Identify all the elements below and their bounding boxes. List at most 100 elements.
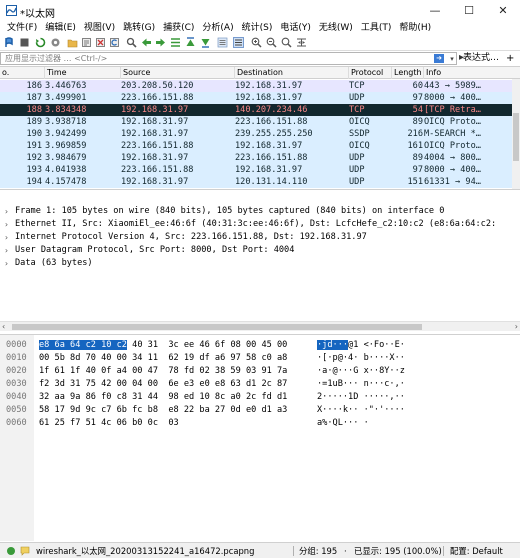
byte-offset: 0000	[6, 340, 27, 350]
scrollbar-thumb[interactable]	[12, 324, 422, 330]
scroll-left-icon[interactable]: ‹	[2, 322, 5, 332]
packet-cell-no: 191	[26, 141, 42, 151]
expand-arrow-icon[interactable]: ›	[4, 231, 12, 244]
packet-cell-time: 3.969859	[45, 141, 87, 151]
go-back-icon[interactable]	[141, 37, 152, 48]
hex-bytes[interactable]: 32 aa 9a 86 f0 c8 31 44 98 ed 10 8c a0 2…	[39, 391, 287, 403]
close-button[interactable]: ✕	[486, 2, 520, 20]
packet-list[interactable]: o. Time Source Destination Protocol Leng…	[0, 66, 520, 190]
auto-scroll-icon[interactable]	[217, 37, 228, 48]
hex-bytes[interactable]: 58 17 9d 9c c7 6b fc b8 e8 22 ba 27 0d e…	[39, 404, 287, 416]
minimize-button[interactable]: —	[418, 2, 452, 20]
detail-tree-item[interactable]: › Internet Protocol Version 4, Src: 223.1…	[0, 231, 520, 244]
zoom-in-icon[interactable]	[251, 37, 262, 48]
status-profile[interactable]: 配置: Default	[450, 543, 503, 558]
packet-row[interactable]: 192 3.984679 192.168.31.97 223.166.151.88 UD…	[0, 152, 512, 164]
packet-row[interactable]: 187 3.499901 223.166.151.88 192.168.31.97 UD…	[0, 92, 512, 104]
save-file-icon[interactable]	[81, 37, 92, 48]
col-header-info[interactable]: Info	[424, 67, 512, 79]
go-last-packet-icon[interactable]	[200, 37, 211, 48]
scroll-right-icon[interactable]: ›	[515, 322, 518, 332]
packet-row[interactable]: 186 3.446763 203.208.50.120 192.168.31.97 TC…	[0, 80, 512, 92]
col-header-protocol[interactable]: Protocol	[349, 67, 392, 79]
packet-cell-proto: UDP	[349, 153, 365, 163]
resize-columns-icon[interactable]	[296, 37, 307, 48]
hex-bytes[interactable]: 61 25 f7 51 4c 06 b0 0c 03	[39, 417, 179, 429]
hex-bytes[interactable]: 00 5b 8d 70 40 00 34 11 62 19 df a6 97 5…	[39, 352, 287, 364]
capture-comment-icon[interactable]	[20, 546, 30, 556]
packet-row[interactable]: 189 3.938718 192.168.31.97 223.166.151.88 OI…	[0, 116, 512, 128]
menu-item-2[interactable]: 视图(V)	[81, 21, 118, 35]
detail-tree-item[interactable]: › Frame 1: 105 bytes on wire (840 bits), …	[0, 205, 520, 218]
expand-arrow-icon[interactable]: ›	[4, 218, 12, 231]
scrollbar-thumb[interactable]	[513, 113, 519, 161]
normal-size-icon[interactable]	[281, 37, 292, 48]
ascii-bytes[interactable]: ·a·@···G x··8Y··z	[317, 365, 405, 377]
hex-bytes-text: 32 aa 9a 86 f0 c8 31 44 98 ed 10 8c a0 2…	[39, 392, 288, 402]
packet-details-pane[interactable]: › Frame 1: 105 bytes on wire (840 bits), …	[0, 200, 520, 318]
selected-hex-bytes[interactable]: e8 6a 64 c2 10 c2	[39, 340, 127, 350]
ascii-bytes[interactable]: a%·QL··· ·	[317, 417, 369, 429]
menu-item-8[interactable]: 无线(W)	[316, 21, 356, 35]
packet-row[interactable]: 193 4.041938 223.166.151.88 192.168.31.97 UD…	[0, 164, 512, 176]
restart-capture-icon[interactable]	[35, 37, 46, 48]
menu-item-0[interactable]: 文件(F)	[4, 21, 40, 35]
menu-item-4[interactable]: 捕获(C)	[160, 21, 197, 35]
expand-arrow-icon[interactable]: ›	[4, 244, 12, 257]
zoom-out-icon[interactable]	[266, 37, 277, 48]
packet-row[interactable]: 191 3.969859 223.166.151.88 192.168.31.97 OI…	[0, 140, 512, 152]
packet-bytes-pane[interactable]: 0000 e8 6a 64 c2 10 c2 40 31 3c ee 46 6f …	[0, 334, 520, 541]
ascii-bytes[interactable]: ·=1uB··· n···c·,·	[317, 378, 405, 390]
menu-item-6[interactable]: 统计(S)	[239, 21, 276, 35]
add-filter-button[interactable]: +	[506, 52, 514, 65]
reload-file-icon[interactable]	[109, 37, 120, 48]
menu-item-1[interactable]: 编辑(E)	[42, 21, 79, 35]
apply-filter-arrow-icon[interactable]: ➜	[434, 54, 444, 63]
filter-history-dropdown-icon[interactable]: ▾	[447, 53, 457, 65]
packet-row-selected[interactable]: 188 3.834348 192.168.31.97 140.207.234.46 TC…	[0, 104, 512, 116]
expert-info-icon[interactable]	[6, 546, 16, 556]
ascii-bytes[interactable]: 2·····1D ·····,··	[317, 391, 405, 403]
go-forward-icon[interactable]	[155, 37, 166, 48]
menu-item-3[interactable]: 跳转(G)	[120, 21, 158, 35]
menu-item-5[interactable]: 分析(A)	[199, 21, 236, 35]
packet-row[interactable]: 194 4.157478 192.168.31.97 120.131.14.110 UD…	[0, 176, 512, 188]
expand-arrow-icon[interactable]: ›	[4, 205, 12, 218]
hex-bytes[interactable]: e8 6a 64 c2 10 c2 40 31 3c ee 46 6f 08 0…	[39, 339, 287, 351]
open-file-icon[interactable]	[67, 37, 78, 48]
stop-capture-icon[interactable]	[19, 37, 30, 48]
details-horizontal-scrollbar[interactable]: ‹ ›	[0, 321, 520, 331]
packet-cell-dst: 223.166.151.88	[235, 117, 308, 127]
ascii-bytes[interactable]: ·[·p@·4· b····X··	[317, 352, 405, 364]
detail-tree-item[interactable]: › User Datagram Protocol, Src Port: 8000,…	[0, 244, 520, 257]
expression-button[interactable]: 表达式…	[463, 52, 499, 65]
menu-item-10[interactable]: 帮助(H)	[396, 21, 434, 35]
packet-row[interactable]: 190 3.942499 192.168.31.97 239.255.255.250 S…	[0, 128, 512, 140]
menu-item-7[interactable]: 电话(Y)	[277, 21, 314, 35]
hex-bytes[interactable]: f2 3d 31 75 42 00 04 00 6e e3 e0 e8 63 d…	[39, 378, 287, 390]
colorize-icon[interactable]	[233, 37, 244, 48]
detail-tree-item[interactable]: › Data (63 bytes)	[0, 257, 520, 270]
col-header-time[interactable]: Time	[45, 67, 121, 79]
ascii-bytes[interactable]: X····k·· ·"·'····	[317, 404, 405, 416]
hex-bytes[interactable]: 1f 61 1f 40 0f a4 00 47 78 fd 02 38 59 0…	[39, 365, 287, 377]
close-file-icon[interactable]	[95, 37, 106, 48]
packet-list-scrollbar[interactable]	[512, 79, 520, 189]
selected-ascii-bytes[interactable]: ·jd···	[317, 340, 349, 350]
find-packet-icon[interactable]	[126, 37, 137, 48]
col-header-no[interactable]: o.	[0, 67, 45, 79]
ascii-bytes[interactable]: ·jd···@1 <·Fo··E·	[317, 339, 405, 351]
packet-cell-time: 3.942499	[45, 129, 87, 139]
capture-options-icon[interactable]	[50, 37, 61, 48]
start-capture-icon[interactable]	[3, 37, 14, 48]
col-header-destination[interactable]: Destination	[235, 67, 349, 79]
detail-tree-item[interactable]: › Ethernet II, Src: XiaomiEl_ee:46:6f (40…	[0, 218, 520, 231]
display-filter-input[interactable]: 应用显示过滤器 … <Ctrl-/> ➜ ▾	[0, 52, 457, 65]
go-to-packet-icon[interactable]	[170, 37, 181, 48]
menu-item-9[interactable]: 工具(T)	[358, 21, 395, 35]
col-header-source[interactable]: Source	[121, 67, 235, 79]
maximize-button[interactable]: ☐	[452, 2, 486, 20]
col-header-length[interactable]: Length	[392, 67, 424, 79]
expand-arrow-icon[interactable]: ›	[4, 257, 12, 270]
go-first-packet-icon[interactable]	[185, 37, 196, 48]
